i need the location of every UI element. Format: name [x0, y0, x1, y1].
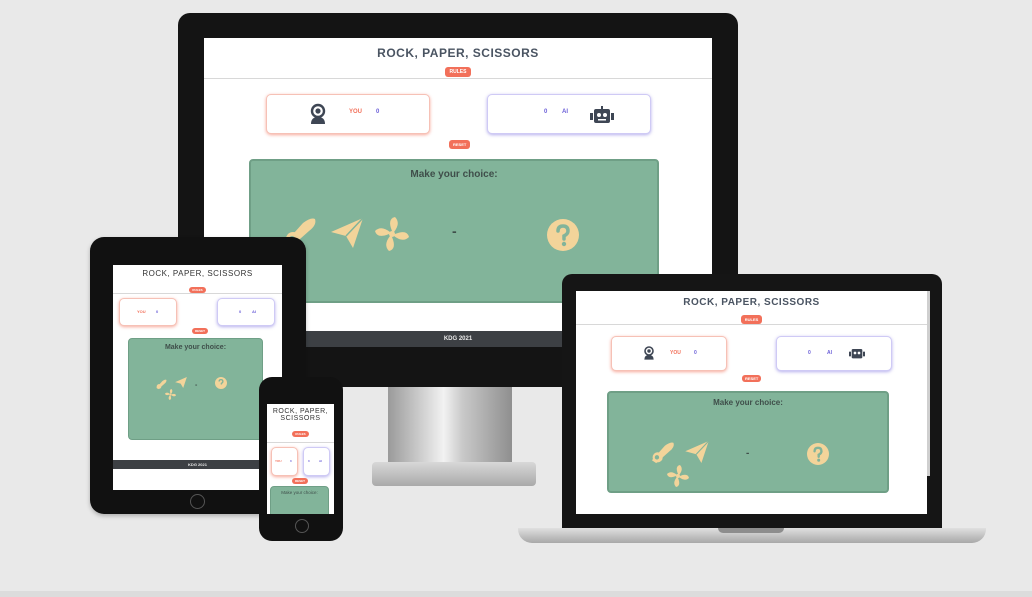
page-title-line-1: ROCK, PAPER,	[272, 408, 329, 415]
laptop-notch	[718, 528, 784, 533]
rock-icon[interactable]	[649, 441, 675, 465]
game-area: Make your choice: -	[128, 338, 263, 440]
robot-icon	[590, 106, 614, 123]
ai-score-card: 0 AI	[487, 94, 651, 134]
player-score-card: YOU 0	[271, 447, 298, 476]
floor-line	[0, 591, 1032, 597]
ai-score-card: 0 AI	[303, 447, 330, 476]
player-score-card: YOU 0	[611, 336, 727, 371]
rules-button[interactable]: RULES	[740, 315, 763, 324]
question-icon	[547, 219, 579, 251]
game-area: Make your choice: -	[607, 391, 889, 493]
choice-prompt: Make your choice:	[410, 169, 498, 180]
laptop-scrollbar[interactable]	[927, 291, 930, 476]
player-label: YOU	[137, 309, 146, 314]
player-score: 0	[290, 459, 292, 463]
game-area: Make your choice:	[270, 486, 329, 514]
player-label: YOU	[349, 109, 363, 115]
user-astronaut-icon	[644, 346, 654, 360]
header: ROCK, PAPER, SCISSORS RULES	[267, 404, 334, 443]
page-title-line-2: SCISSORS	[280, 415, 321, 422]
monitor-stand	[388, 387, 512, 462]
laptop-screen: ROCK, PAPER, SCISSORS RULES YOU 0 0 AI R…	[576, 291, 927, 514]
player-score: 0	[156, 309, 159, 314]
question-icon	[807, 443, 829, 465]
question-icon	[215, 377, 227, 389]
monitor-base	[372, 462, 536, 486]
header: ROCK, PAPER, SCISSORS RULES	[113, 265, 282, 294]
player-score: 0	[694, 350, 697, 356]
phone-screen: ROCK, PAPER, SCISSORS RULES YOU 0 0 AI R…	[267, 404, 334, 514]
choice-prompt: Make your choice:	[713, 398, 783, 407]
page-title: ROCK, PAPER, SCISSORS	[142, 269, 253, 278]
ai-score: 0	[239, 309, 242, 314]
ai-score: 0	[544, 109, 548, 115]
reset-button[interactable]: RESET	[292, 478, 309, 484]
user-astronaut-icon	[310, 103, 326, 124]
player-score: 0	[376, 109, 380, 115]
versus-separator: -	[195, 382, 198, 389]
tablet-footer: KDG 2021	[113, 460, 282, 469]
player-label: YOU	[670, 350, 681, 356]
paper-icon[interactable]	[175, 377, 187, 388]
player-label: YOU	[275, 459, 282, 463]
phone-home-button	[295, 519, 309, 533]
ai-label: AI	[562, 109, 568, 115]
rules-button[interactable]: RULES	[292, 431, 309, 437]
versus-separator: -	[452, 223, 457, 239]
robot-icon	[849, 349, 865, 359]
choice-prompt: Make your choice:	[281, 490, 318, 495]
tablet-home-button	[190, 494, 205, 509]
paper-icon[interactable]	[331, 217, 364, 248]
tablet-screen: ROCK, PAPER, SCISSORS RULES YOU 0 0 AI R…	[113, 265, 282, 490]
player-score-card: YOU 0	[266, 94, 430, 134]
ai-label: AI	[252, 309, 256, 314]
player-score-card: YOU 0	[119, 298, 177, 326]
reset-button[interactable]: RESET	[742, 375, 762, 382]
scissors-icon[interactable]	[667, 465, 689, 487]
ai-score-card: 0 AI	[217, 298, 275, 326]
header: ROCK, PAPER, SCISSORS RULES	[204, 38, 712, 79]
page-title: ROCK, PAPER, SCISSORS	[683, 297, 820, 308]
ai-score: 0	[808, 350, 811, 356]
reset-button[interactable]: RESET	[192, 328, 209, 334]
ai-score: 0	[308, 459, 310, 463]
ai-score-card: 0 AI	[776, 336, 892, 371]
scissors-icon[interactable]	[165, 389, 176, 400]
rules-button[interactable]: RULES	[444, 67, 472, 77]
page-title: ROCK, PAPER, SCISSORS	[377, 46, 539, 60]
paper-icon[interactable]	[685, 440, 710, 463]
ai-label: AI	[319, 459, 322, 463]
rules-button[interactable]: RULES	[189, 287, 206, 293]
reset-button[interactable]: RESET	[449, 140, 471, 149]
ai-label: AI	[827, 350, 832, 356]
header: ROCK, PAPER, SCISSORS RULES	[576, 291, 927, 325]
scissors-icon[interactable]	[375, 217, 409, 251]
versus-separator: -	[746, 448, 750, 459]
choice-prompt: Make your choice:	[164, 344, 227, 351]
